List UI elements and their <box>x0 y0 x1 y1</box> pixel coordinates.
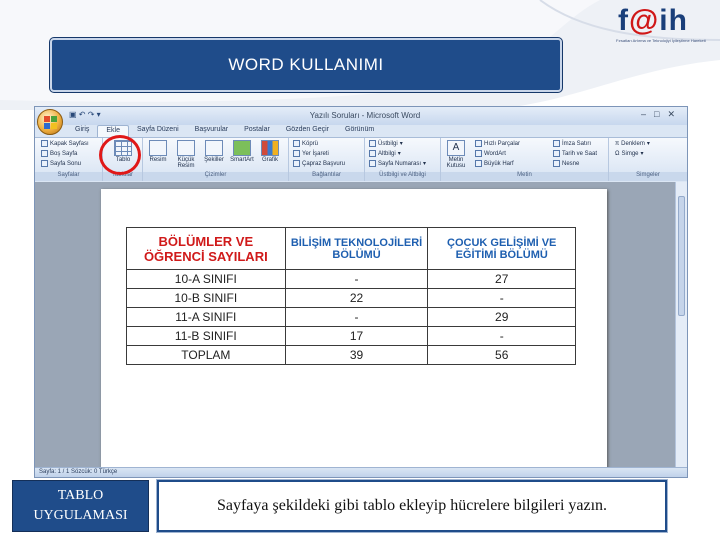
table-cell[interactable]: 17 <box>284 326 429 346</box>
table-cell[interactable]: 29 <box>427 307 576 327</box>
tab-giris[interactable]: Giriş <box>67 125 97 137</box>
table-header-cell[interactable]: ÇOCUK GELİŞİMİ VE EĞİTİMİ BÖLÜMÜ <box>427 227 576 270</box>
picture-icon <box>149 140 167 156</box>
smartart-icon <box>233 140 251 156</box>
tablo-uygulamasi-label: TABLO UYGULAMASI <box>12 480 149 532</box>
table-header-cell[interactable]: BİLİŞİM TEKNOLOJİLERİ BÖLÜMÜ <box>284 227 429 270</box>
drop-cap-button[interactable]: Büyük Harf <box>475 160 514 167</box>
label-line-1: TABLO <box>57 488 104 503</box>
group-label-links: Bağlantılar <box>289 172 364 181</box>
tab-gozden-gecir[interactable]: Gözden Geçir <box>278 125 337 137</box>
document-page[interactable]: BÖLÜMLER VE ÖĞRENCİ SAYILARI BİLİŞİM TEK… <box>101 189 607 469</box>
table-cell[interactable]: 56 <box>427 345 576 365</box>
word-titlebar: ▣ ↶ ↷ ▾ Yazılı Soruları - Microsoft Word… <box>35 107 687 125</box>
blank-page-button[interactable]: Boş Sayfa <box>41 150 77 157</box>
table-cell[interactable]: 11-B SINIFI <box>126 326 286 346</box>
slide-title-box: WORD KULLANIMI <box>50 38 562 92</box>
quick-access-toolbar[interactable]: ▣ ↶ ↷ ▾ <box>69 110 101 119</box>
footer-button[interactable]: Altbilgi ▾ <box>369 150 401 157</box>
tab-basvurular[interactable]: Başvurular <box>187 125 236 137</box>
table-cell[interactable]: 10-B SINIFI <box>126 288 286 308</box>
table-button-highlight-circle <box>99 135 141 175</box>
table-row: 11-B SINIFI 17 - <box>126 326 576 346</box>
group-label-illustrations: Çizimler <box>143 172 288 181</box>
group-text: A Metin Kutusu Hızlı Parçalar WordArt Büy… <box>441 138 609 181</box>
table-cell[interactable]: 11-A SINIFI <box>126 307 286 327</box>
header-button[interactable]: Üstbilgi ▾ <box>369 140 403 147</box>
clipart-icon <box>177 140 195 156</box>
tab-postalar[interactable]: Postalar <box>236 125 278 137</box>
group-label-text: Metin <box>441 172 608 181</box>
clipart-button[interactable]: Küçük Resim <box>173 140 199 169</box>
table-header-cell[interactable]: BÖLÜMLER VE ÖĞRENCİ SAYILARI <box>126 227 286 270</box>
table-cell[interactable]: 10-A SINIFI <box>126 269 286 289</box>
chart-icon <box>261 140 279 156</box>
signature-line-button[interactable]: İmza Satırı <box>553 140 591 147</box>
document-area: BÖLÜMLER VE ÖĞRENCİ SAYILARI BİLİŞİM TEK… <box>35 182 675 469</box>
symbol-button[interactable]: Ω Simge ▾ <box>615 150 644 158</box>
quick-parts-button[interactable]: Hızlı Parçalar <box>475 140 520 147</box>
textbox-button[interactable]: A Metin Kutusu <box>443 140 469 169</box>
table-row: TOPLAM 39 56 <box>126 345 576 365</box>
textbox-icon: A <box>447 140 465 156</box>
chart-button[interactable]: Grafik <box>257 140 283 163</box>
group-symbols: π Denklem ▾ Ω Simge ▾ Simgeler <box>609 138 687 181</box>
smartart-button[interactable]: SmartArt <box>229 140 255 163</box>
scrollbar-thumb[interactable] <box>678 196 685 316</box>
window-controls[interactable]: –□✕ <box>641 109 683 120</box>
page-break-button[interactable]: Sayfa Sonu <box>41 160 81 167</box>
table-cell[interactable]: 39 <box>284 345 429 365</box>
group-pages: Kapak Sayfası Boş Sayfa Sayfa Sonu Sayfa… <box>35 138 103 181</box>
wordart-button[interactable]: WordArt <box>475 150 506 157</box>
bookmark-button[interactable]: Yer İşareti <box>293 150 329 157</box>
table-header-row: BÖLÜMLER VE ÖĞRENCİ SAYILARI BİLİŞİM TEK… <box>126 227 576 270</box>
cover-page-button[interactable]: Kapak Sayfası <box>41 140 89 147</box>
label-line-2: UYGULAMASI <box>33 508 128 523</box>
instruction-box: Sayfaya şekildeki gibi tablo ekleyip hüc… <box>157 480 667 532</box>
tab-sayfa-duzeni[interactable]: Sayfa Düzeni <box>129 125 187 137</box>
table-row: 10-B SINIFI 22 - <box>126 288 576 308</box>
shapes-icon <box>205 140 223 156</box>
group-header-footer: Üstbilgi ▾ Altbilgi ▾ Sayfa Numarası ▾ Ü… <box>365 138 441 181</box>
page-number-button[interactable]: Sayfa Numarası ▾ <box>369 160 426 167</box>
table-row: 10-A SINIFI - 27 <box>126 269 576 289</box>
equation-button[interactable]: π Denklem ▾ <box>615 140 650 148</box>
group-label-pages: Sayfalar <box>35 172 102 181</box>
fatih-logo: f@ih Fırsatları Artırma ve Teknolojiyi İ… <box>610 2 720 50</box>
student-count-table: BÖLÜMLER VE ÖĞRENCİ SAYILARI BİLİŞİM TEK… <box>126 227 576 365</box>
group-illustrations: Resim Küçük Resim Şekiller SmartArt Graf… <box>143 138 289 181</box>
logo-subtitle: Fırsatları Artırma ve Teknolojiyi İyileş… <box>616 38 706 43</box>
table-cell[interactable]: TOPLAM <box>126 345 286 365</box>
table-row: 11-A SINIFI - 29 <box>126 307 576 327</box>
group-label-symbols: Simgeler <box>609 172 687 181</box>
date-time-button[interactable]: Tarih ve Saat <box>553 150 597 157</box>
status-bar: Sayfa: 1 / 1 Sözcük: 0 Türkçe <box>35 467 687 477</box>
tab-gorunum[interactable]: Görünüm <box>337 125 382 137</box>
picture-button[interactable]: Resim <box>145 140 171 163</box>
table-cell[interactable]: - <box>427 326 576 346</box>
hyperlink-button[interactable]: Köprü <box>293 140 318 147</box>
group-links: Köprü Yer İşareti Çapraz Başvuru Bağlant… <box>289 138 365 181</box>
group-label-header-footer: Üstbilgi ve Altbilgi <box>365 172 440 181</box>
office-button[interactable] <box>37 109 63 135</box>
object-button[interactable]: Nesne <box>553 160 579 167</box>
vertical-scrollbar[interactable] <box>675 182 687 468</box>
table-cell[interactable]: 27 <box>427 269 576 289</box>
instruction-text: Sayfaya şekildeki gibi tablo ekleyip hüc… <box>216 497 608 514</box>
status-text: Sayfa: 1 / 1 Sözcük: 0 Türkçe <box>39 469 118 475</box>
shapes-button[interactable]: Şekiller <box>201 140 227 163</box>
table-cell[interactable]: - <box>284 307 429 327</box>
cross-reference-button[interactable]: Çapraz Başvuru <box>293 160 345 167</box>
table-cell[interactable]: - <box>284 269 429 289</box>
logo-wordmark: f@ih <box>618 4 688 37</box>
table-cell[interactable]: - <box>427 288 576 308</box>
slide-title: WORD KULLANIMI <box>228 55 384 74</box>
table-cell[interactable]: 22 <box>284 288 429 308</box>
window-title: Yazılı Soruları - Microsoft Word <box>309 111 421 120</box>
